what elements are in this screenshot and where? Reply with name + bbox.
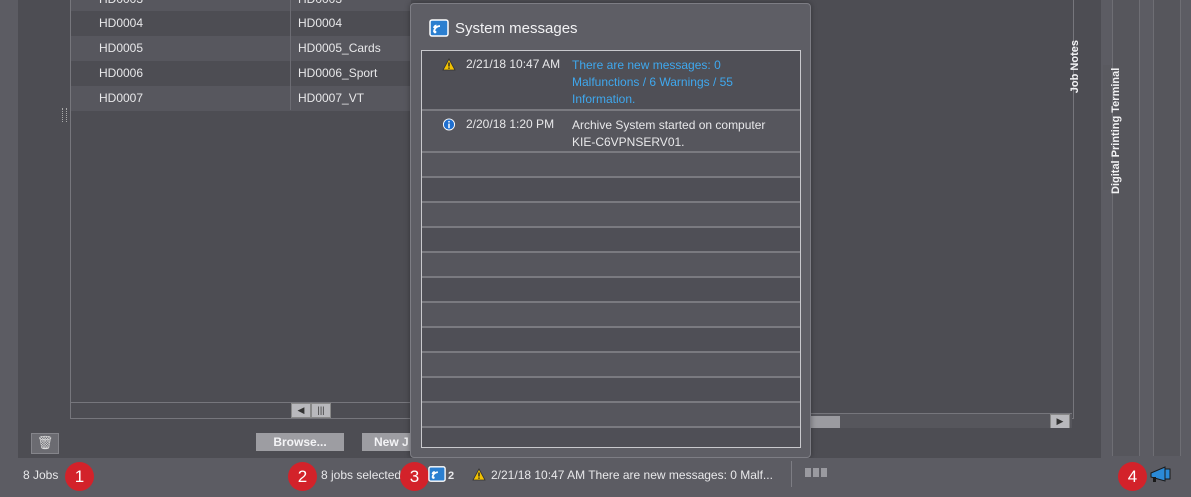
trash-icon[interactable]: 🗑 bbox=[31, 433, 59, 454]
callout-badge-1: 1 bbox=[65, 462, 94, 491]
scroll-left-button[interactable]: ◀ bbox=[291, 403, 311, 418]
empty-message-row bbox=[422, 353, 800, 378]
system-messages-icon bbox=[429, 19, 449, 37]
message-text: Archive System started on computer KIE-C… bbox=[572, 118, 766, 149]
message-time: 2/20/18 1:20 PM bbox=[466, 117, 555, 131]
latest-message[interactable]: 2/21/18 10:47 AM There are new messages:… bbox=[491, 468, 773, 482]
message-item[interactable]: 2/20/18 1:20 PM Archive System started o… bbox=[422, 111, 800, 153]
tab-digital-printing-label: Digital Printing Terminal bbox=[1110, 67, 1122, 194]
tab-job-notes-label: Job Notes bbox=[1069, 40, 1081, 94]
system-messages-button-icon[interactable] bbox=[428, 465, 446, 483]
table-row[interactable]: HD0006 HD0006_Sport bbox=[71, 61, 411, 86]
message-time: 2/21/18 10:47 AM bbox=[466, 57, 561, 71]
horizontal-scrollbar-right[interactable]: ▶ bbox=[810, 413, 1072, 429]
jobs-count: 8 Jobs bbox=[23, 468, 59, 482]
table-row[interactable]: HD0007 HD0007_VT bbox=[71, 86, 411, 111]
empty-message-row bbox=[422, 278, 800, 303]
empty-message-row bbox=[422, 153, 800, 178]
message-count: 2 bbox=[448, 470, 455, 482]
job-number-cell: HD0005 bbox=[99, 41, 144, 55]
job-name-cell: HD0006_Sport bbox=[298, 66, 378, 80]
scroll-thumb-grip[interactable]: ||| bbox=[311, 403, 331, 418]
panel-splitter-handle[interactable] bbox=[62, 108, 67, 122]
job-name-cell: HD0007_VT bbox=[298, 91, 365, 105]
callout-badge-4: 4 bbox=[1118, 462, 1147, 491]
empty-message-row bbox=[422, 403, 800, 428]
job-name-cell: HD0005_Cards bbox=[298, 41, 381, 55]
system-messages-popup: System messages 2/21/18 10:47 AM There a… bbox=[410, 3, 811, 458]
job-name-cell: HD0004 bbox=[298, 16, 343, 30]
messages-list: 2/21/18 10:47 AM There are new messages:… bbox=[421, 50, 801, 448]
browse-button[interactable]: Browse... bbox=[256, 433, 344, 451]
empty-message-row bbox=[422, 428, 800, 447]
status-divider bbox=[791, 461, 792, 487]
horizontal-scrollbar[interactable]: ◀ ||| bbox=[71, 402, 431, 418]
empty-message-row bbox=[422, 203, 800, 228]
empty-message-row bbox=[422, 228, 800, 253]
tab-digital-printing-panel bbox=[1154, 0, 1180, 456]
empty-message-row bbox=[422, 328, 800, 353]
empty-message-row bbox=[422, 378, 800, 403]
scroll-right-button[interactable]: ▶ bbox=[1050, 414, 1070, 429]
scroll-thumb[interactable] bbox=[810, 416, 840, 428]
callout-badge-2: 2 bbox=[288, 462, 317, 491]
empty-message-row bbox=[422, 303, 800, 328]
info-icon bbox=[442, 118, 456, 131]
warning-icon bbox=[442, 58, 456, 71]
message-text-link[interactable]: There are new messages: 0 Malfunctions /… bbox=[572, 57, 772, 108]
popup-title: System messages bbox=[455, 20, 578, 37]
callout-badge-3: 3 bbox=[400, 462, 429, 491]
job-number-cell: HD0007 bbox=[99, 91, 144, 105]
job-number-cell: HD0006 bbox=[99, 66, 144, 80]
warning-icon bbox=[472, 468, 486, 481]
table-row[interactable]: HD0005 HD0005_Cards bbox=[71, 36, 411, 61]
empty-message-row bbox=[422, 178, 800, 203]
table-row[interactable]: HD0004 HD0004 bbox=[71, 11, 411, 36]
message-item[interactable]: 2/21/18 10:47 AM There are new messages:… bbox=[422, 51, 800, 111]
megaphone-icon[interactable] bbox=[1148, 466, 1172, 484]
empty-message-row bbox=[422, 253, 800, 278]
column-divider[interactable] bbox=[290, 0, 291, 110]
tab-digital-printing-terminal[interactable]: Digital Printing Terminal bbox=[1110, 0, 1181, 456]
job-number-cell: HD0004 bbox=[99, 16, 144, 30]
jobs-selected: 8 jobs selected bbox=[321, 468, 402, 482]
progress-indicator-icon bbox=[805, 468, 829, 478]
status-bar: 8 Jobs 1 2 8 jobs selected 3 2 2/21/18 1… bbox=[0, 458, 1191, 497]
